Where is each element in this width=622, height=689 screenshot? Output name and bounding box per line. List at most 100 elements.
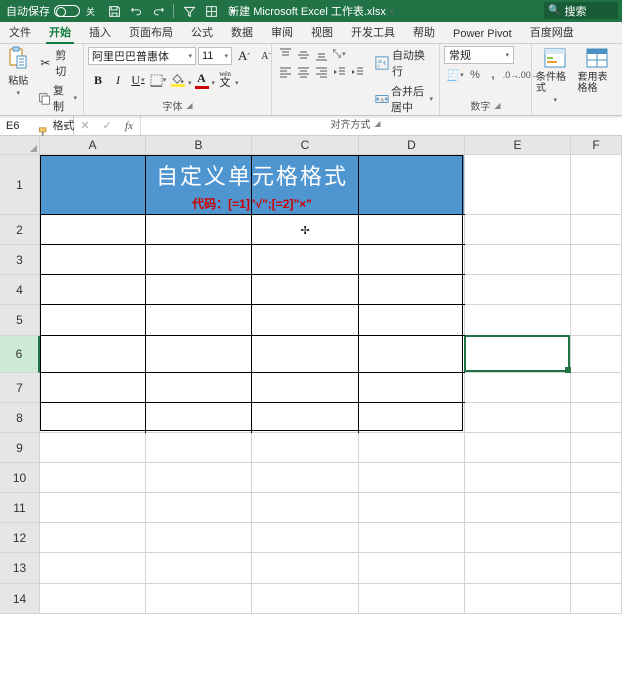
tab-插入[interactable]: 插入 [80, 21, 120, 43]
cell-B2[interactable] [146, 215, 252, 245]
cell-F11[interactable] [571, 493, 622, 523]
autosave-toggle[interactable]: 自动保存 关 [6, 3, 95, 19]
column-header-B[interactable]: B [146, 136, 252, 155]
border-button[interactable]: ▾ [148, 70, 168, 90]
cell-F13[interactable] [571, 553, 622, 584]
align-bottom-button[interactable] [312, 46, 330, 62]
tab-审阅[interactable]: 审阅 [262, 21, 302, 43]
conditional-format-button[interactable]: 条件格式 ▾ [536, 46, 575, 104]
cell-B5[interactable] [146, 305, 252, 336]
cell-F12[interactable] [571, 523, 622, 553]
undo-icon[interactable] [129, 4, 143, 18]
align-middle-button[interactable] [294, 46, 312, 62]
cell-B3[interactable] [146, 245, 252, 275]
cell-C10[interactable] [252, 463, 359, 493]
row-header-3[interactable]: 3 [0, 245, 40, 275]
cell-D14[interactable] [359, 584, 465, 614]
tab-开发工具[interactable]: 开发工具 [342, 21, 404, 43]
wrap-text-button[interactable]: abc 自动换行 [373, 46, 435, 80]
cell-A5[interactable] [40, 305, 146, 336]
cell-A12[interactable] [40, 523, 146, 553]
cell-A7[interactable] [40, 373, 146, 403]
cell-B10[interactable] [146, 463, 252, 493]
cell-C5[interactable] [252, 305, 359, 336]
chevron-down-icon[interactable]: ▾ [235, 79, 239, 90]
row-header-10[interactable]: 10 [0, 463, 40, 493]
cell-C11[interactable] [252, 493, 359, 523]
cell-D11[interactable] [359, 493, 465, 523]
cell-D8[interactable] [359, 403, 465, 433]
cell-A3[interactable] [40, 245, 146, 275]
tab-视图[interactable]: 视图 [302, 21, 342, 43]
column-header-F[interactable]: F [571, 136, 622, 155]
cell-C3[interactable] [252, 245, 359, 275]
cell-F5[interactable] [571, 305, 622, 336]
cell-F3[interactable] [571, 245, 622, 275]
phonetic-button[interactable]: wén 文 [215, 70, 235, 90]
cell-D5[interactable] [359, 305, 465, 336]
align-center-button[interactable] [294, 63, 312, 79]
cell-D13[interactable] [359, 553, 465, 584]
save-icon[interactable] [107, 4, 121, 18]
row-header-2[interactable]: 2 [0, 215, 40, 245]
cell-A13[interactable] [40, 553, 146, 584]
cell-E10[interactable] [465, 463, 571, 493]
align-left-button[interactable] [276, 63, 294, 79]
dialog-launcher-icon[interactable]: ◢ [374, 119, 380, 128]
filter-icon[interactable] [182, 4, 196, 18]
number-format-select[interactable]: 常规▾ [444, 46, 514, 64]
cell-E12[interactable] [465, 523, 571, 553]
cell-E13[interactable] [465, 553, 571, 584]
cell-E14[interactable] [465, 584, 571, 614]
cell-C13[interactable] [252, 553, 359, 584]
cell-A9[interactable] [40, 433, 146, 463]
accounting-format-button[interactable]: 🧾▾ [444, 67, 466, 83]
cell-B6[interactable] [146, 336, 252, 373]
cell-E3[interactable] [465, 245, 571, 275]
row-header-9[interactable]: 9 [0, 433, 40, 463]
decrease-indent-button[interactable] [330, 63, 348, 79]
dialog-launcher-icon[interactable]: ◢ [186, 101, 192, 110]
cell-C9[interactable] [252, 433, 359, 463]
cell-E9[interactable] [465, 433, 571, 463]
cell-F7[interactable] [571, 373, 622, 403]
row-header-14[interactable]: 14 [0, 584, 40, 614]
cut-button[interactable]: ✂ 剪切 [35, 46, 79, 80]
cell-A10[interactable] [40, 463, 146, 493]
cell-E7[interactable] [465, 373, 571, 403]
bold-button[interactable]: B [88, 70, 108, 90]
dialog-launcher-icon[interactable]: ◢ [494, 101, 500, 110]
cell-A14[interactable] [40, 584, 146, 614]
tab-文件[interactable]: 文件 [0, 21, 40, 43]
tab-Power Pivot[interactable]: Power Pivot [444, 25, 521, 43]
cell-C12[interactable] [252, 523, 359, 553]
cell-F9[interactable] [571, 433, 622, 463]
cell-D7[interactable] [359, 373, 465, 403]
cell-A6[interactable] [40, 336, 146, 373]
worksheet-grid[interactable]: ABCDEF 1自定义单元格格式代码：[=1]"√";[=2]"×"234567… [0, 136, 622, 614]
cell-D6[interactable] [359, 336, 465, 373]
cell-A1[interactable]: 自定义单元格格式代码：[=1]"√";[=2]"×" [40, 155, 465, 215]
cell-E4[interactable] [465, 275, 571, 305]
orientation-button[interactable]: ⤡▾ [330, 46, 348, 62]
column-header-A[interactable]: A [40, 136, 146, 155]
tab-帮助[interactable]: 帮助 [404, 21, 444, 43]
row-header-13[interactable]: 13 [0, 553, 40, 584]
cell-B12[interactable] [146, 523, 252, 553]
cell-C7[interactable] [252, 373, 359, 403]
cell-D10[interactable] [359, 463, 465, 493]
copy-button[interactable]: 复制 ▾ [35, 81, 79, 115]
cell-B8[interactable] [146, 403, 252, 433]
row-header-11[interactable]: 11 [0, 493, 40, 523]
paste-button[interactable]: 粘贴 ▾ [4, 46, 32, 97]
cell-D2[interactable] [359, 215, 465, 245]
cell-C14[interactable] [252, 584, 359, 614]
tab-百度网盘[interactable]: 百度网盘 [521, 21, 583, 43]
title-dropdown-icon[interactable]: ▾ [390, 7, 394, 16]
cell-B9[interactable] [146, 433, 252, 463]
cell-E1[interactable] [465, 155, 571, 215]
cell-A11[interactable] [40, 493, 146, 523]
cell-B7[interactable] [146, 373, 252, 403]
cell-E5[interactable] [465, 305, 571, 336]
cell-A8[interactable] [40, 403, 146, 433]
